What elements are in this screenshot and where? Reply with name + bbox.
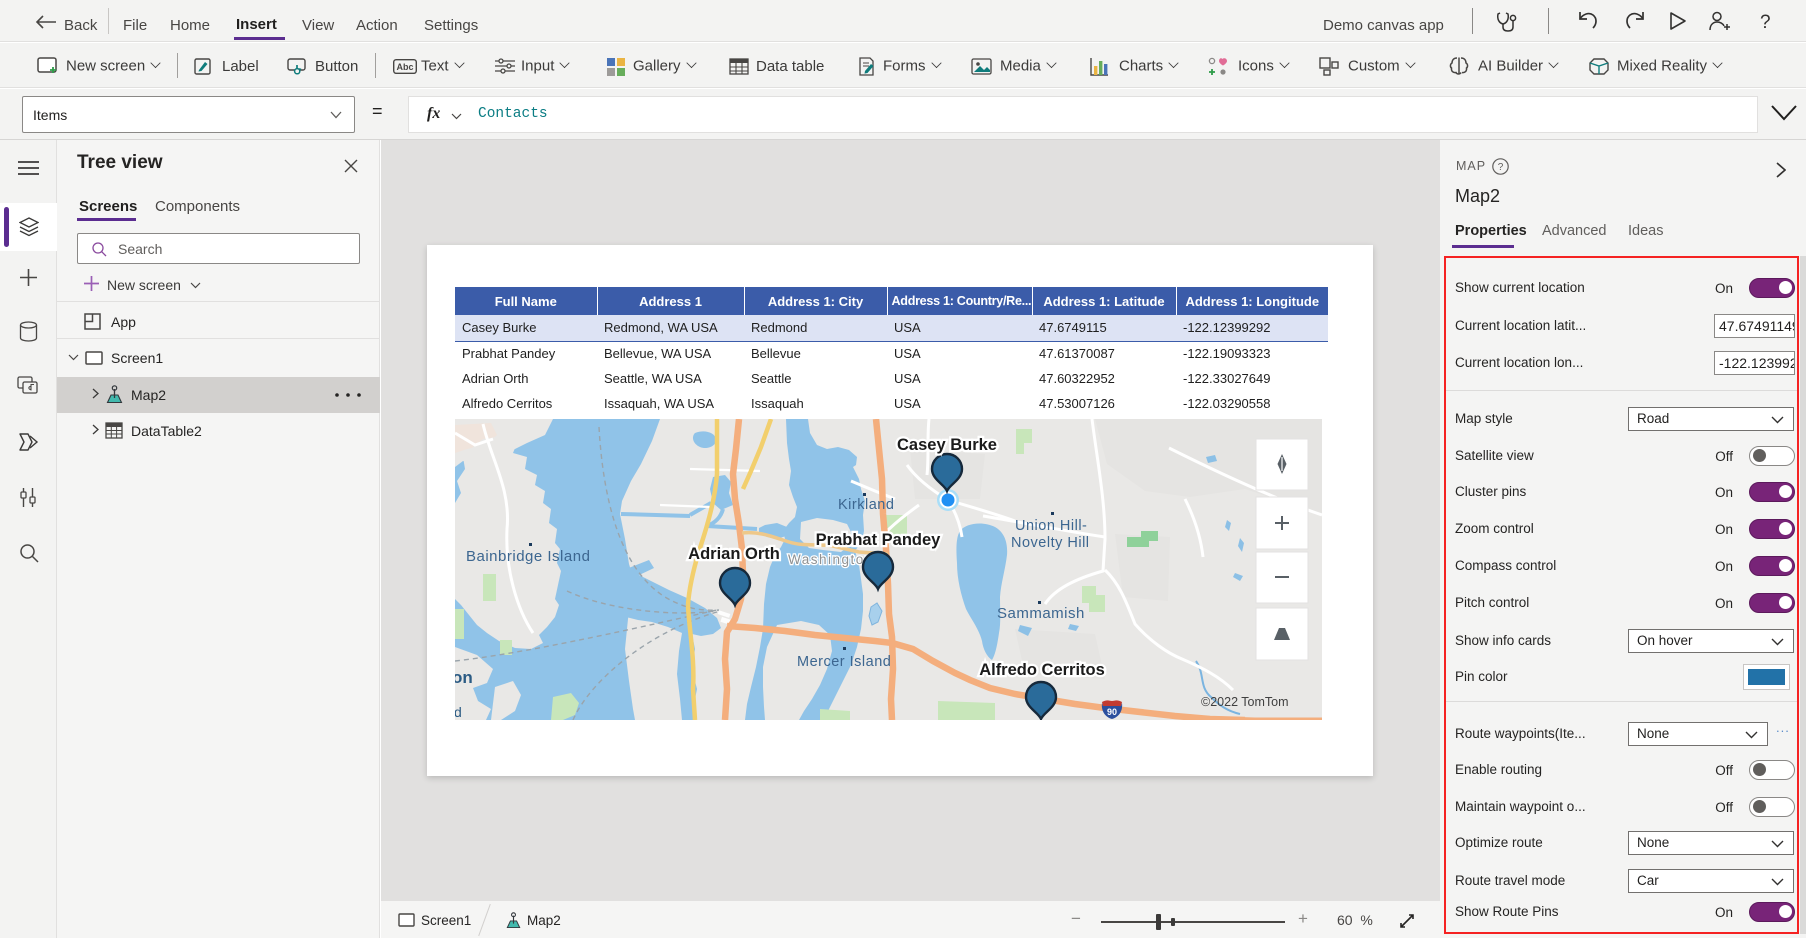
svg-text:Bainbridge Island: Bainbridge Island xyxy=(466,548,590,565)
svg-text:?: ? xyxy=(1498,162,1504,173)
svg-text:90: 90 xyxy=(1107,707,1117,717)
svg-text:Washington: Washington xyxy=(788,552,874,567)
svg-text:Sammamish: Sammamish xyxy=(997,605,1085,622)
svg-text:Casey Burke: Casey Burke xyxy=(897,436,997,454)
svg-text:Kirkland: Kirkland xyxy=(838,497,894,513)
svg-text:Union Hill-: Union Hill- xyxy=(1015,518,1087,534)
svg-text:Adrian Orth: Adrian Orth xyxy=(688,545,780,563)
svg-text:Novelty Hill: Novelty Hill xyxy=(1011,535,1090,551)
svg-text:Abc: Abc xyxy=(396,62,413,72)
svg-text:Prabhat Pandey: Prabhat Pandey xyxy=(816,531,942,549)
svg-text:Alfredo Cerritos: Alfredo Cerritos xyxy=(979,661,1105,679)
svg-text:Mercer Island: Mercer Island xyxy=(797,654,891,670)
svg-text:©2022 TomTom: ©2022 TomTom xyxy=(1201,695,1289,709)
svg-text:d: d xyxy=(455,704,462,720)
svg-text:on: on xyxy=(455,668,473,687)
